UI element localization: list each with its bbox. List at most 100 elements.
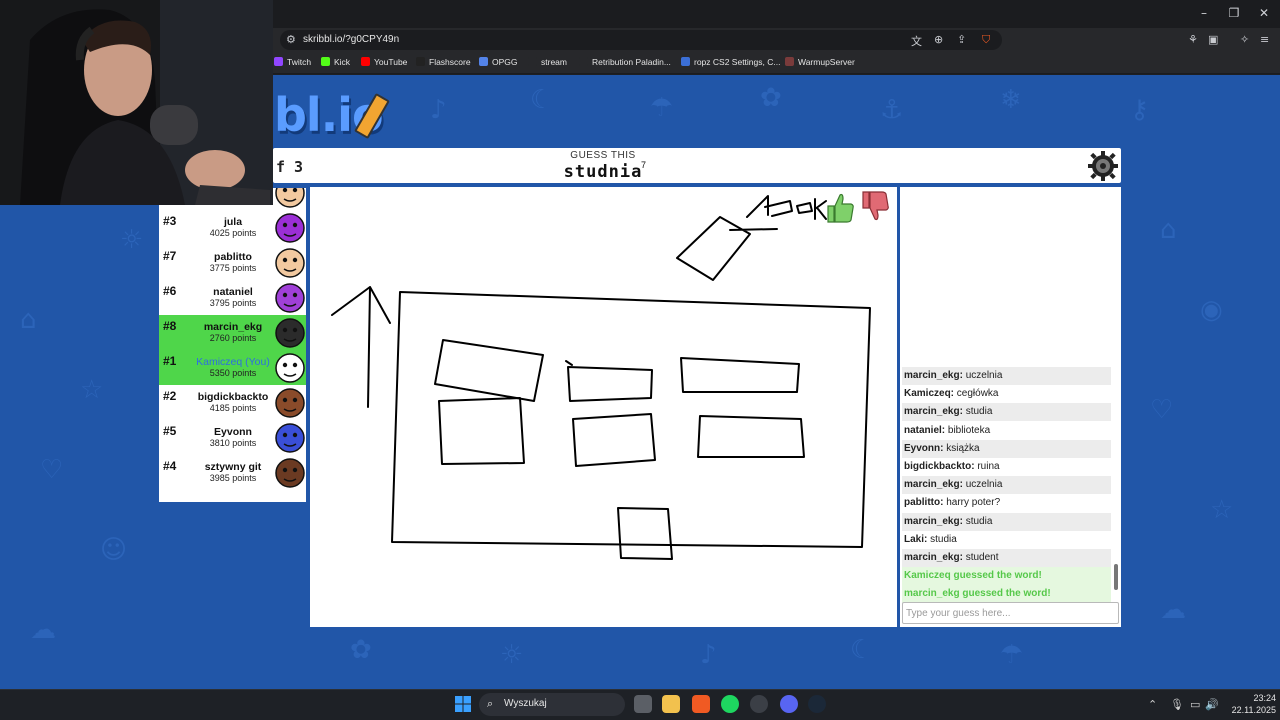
taskbar-search-label: Wyszukaj — [504, 698, 547, 709]
site-info-icon[interactable]: ⚙ — [286, 33, 296, 46]
player-name: Eyvonn — [214, 426, 252, 438]
bookmark-item[interactable]: Retribution Paladin... — [579, 57, 671, 67]
player-rank: #5 — [163, 424, 177, 438]
chat-message: marcin_ekg: uczelnia — [902, 367, 1111, 385]
bookmark-label: stream — [541, 57, 567, 67]
doodle-flower-icon: ✿ — [350, 635, 372, 665]
player-name: bigdickbackto — [197, 391, 269, 403]
player-row[interactable]: #4 sztywny git 3985 points — [159, 455, 306, 490]
maximize-icon[interactable]: ❐ — [1224, 6, 1244, 20]
player-avatar-icon — [275, 458, 305, 488]
bookmark-item[interactable]: stream — [528, 57, 567, 67]
player-rank: #7 — [163, 249, 177, 263]
chat-username: pablitto: — [904, 497, 944, 509]
bookmark-item[interactable]: YouTube — [361, 57, 407, 67]
bookmark-label: YouTube — [374, 57, 408, 67]
doodle-music-icon: ♪ — [700, 640, 717, 670]
brave-browser-icon[interactable] — [692, 695, 710, 713]
windows-start-icon[interactable] — [455, 696, 471, 712]
minimize-icon[interactable]: – — [1194, 6, 1214, 20]
bookmark-item[interactable]: OPGG — [479, 57, 518, 67]
bookmark-icon — [479, 57, 488, 66]
player-points: 3985 points — [209, 473, 257, 483]
chat-text: biblioteka — [945, 424, 991, 436]
leo-ai-icon[interactable]: ✧ — [1240, 33, 1249, 46]
player-row[interactable]: #5 Eyvonn 3810 points — [159, 420, 306, 455]
player-points: 2760 points — [209, 333, 257, 343]
taskbar-search[interactable] — [479, 693, 625, 716]
player-rank: #6 — [163, 284, 177, 298]
doodle-star-icon: ☆ — [80, 375, 104, 405]
player-row[interactable]: #2 bigdickbackto 4185 points — [159, 385, 306, 420]
drawing-canvas[interactable] — [310, 187, 897, 627]
thumbs-down-icon[interactable] — [860, 190, 890, 224]
bookmark-icon — [321, 57, 330, 66]
player-name: Kamiczeq (You) — [196, 356, 270, 368]
bookmark-label: OPGG — [492, 57, 518, 67]
tray-chevron-icon[interactable]: ⌃ — [1148, 698, 1157, 711]
bookmark-label: Retribution Paladin... — [592, 57, 671, 67]
file-explorer-icon[interactable] — [662, 695, 680, 713]
microphone-icon[interactable]: 🎙 — [1170, 698, 1184, 711]
bookmark-label: Twitch — [287, 57, 312, 67]
bookmark-item[interactable]: Twitch — [274, 57, 311, 67]
player-name: nataniel — [213, 286, 253, 298]
steam-icon[interactable] — [808, 695, 826, 713]
doodle-umbrella-icon: ☂ — [1000, 640, 1024, 670]
player-points: 3775 points — [209, 263, 257, 273]
player-avatar-icon — [275, 318, 305, 348]
task-view-icon[interactable] — [634, 695, 652, 713]
doodle-heart-icon: ♡ — [40, 455, 64, 485]
chat-scrollbar-thumb[interactable] — [1114, 564, 1118, 590]
bookmark-item[interactable]: Flashscore — [416, 57, 471, 67]
player-name: jula — [223, 216, 243, 228]
doodle-house-icon: ⌂ — [1160, 215, 1177, 245]
discord-icon[interactable] — [780, 695, 798, 713]
chat-text: studia — [962, 406, 993, 418]
menu-icon[interactable]: ≡ — [1260, 33, 1269, 46]
thumbs-up-icon[interactable] — [825, 190, 855, 224]
bookmark-icon — [681, 57, 690, 66]
clock-time[interactable]: 23:24 — [1240, 693, 1276, 703]
player-row[interactable]: #8 marcin_ekg 2760 points — [159, 315, 306, 350]
url-text[interactable]: skribbl.io/?g0CPY49n — [303, 34, 399, 45]
bookmark-label: Flashscore — [429, 57, 471, 67]
volume-icon[interactable]: 🔊 — [1205, 698, 1219, 711]
sidebar-icon[interactable]: ▣ — [1208, 33, 1218, 46]
chat-username: marcin_ekg: — [904, 552, 963, 563]
extensions-icon[interactable]: ⚘ — [1188, 33, 1198, 46]
player-row[interactable]: #3 jula 4025 points — [159, 210, 306, 245]
player-avatar-icon — [275, 423, 305, 453]
translate-icon[interactable]: 文 — [911, 33, 922, 49]
doodle-house-icon: ⌂ — [20, 305, 37, 335]
player-row[interactable]: #6 nataniel 3795 points — [159, 280, 306, 315]
doodle-heart-icon: ♡ — [1150, 395, 1174, 425]
clock-date[interactable]: 22.11.2025 — [1226, 705, 1276, 715]
chat-message: marcin_ekg: studia — [902, 512, 1111, 531]
zoom-icon[interactable]: ⊕ — [934, 33, 943, 46]
doodle-snowflake-icon: ❄ — [1000, 85, 1022, 115]
player-avatar-icon — [275, 188, 305, 208]
player-row[interactable]: #1 Kamiczeq (You) 5350 points — [159, 350, 306, 385]
close-icon[interactable]: ✕ — [1254, 6, 1274, 20]
round-counter: f 3 — [276, 158, 304, 176]
guess-input[interactable] — [902, 602, 1119, 624]
bookmark-item[interactable]: Kick — [321, 57, 350, 67]
player-rank: #4 — [163, 459, 177, 473]
doodle-moon-icon: ☾ — [530, 85, 554, 115]
player-name: pablitto — [214, 251, 252, 263]
share-icon[interactable]: ⇪ — [957, 33, 966, 46]
network-icon[interactable]: ▭ — [1190, 698, 1200, 711]
player-row[interactable]: #7 pablitto 3775 points — [159, 245, 306, 280]
chat-text: studia — [927, 533, 957, 545]
player-avatar-icon — [275, 388, 305, 418]
bookmark-label: Kick — [334, 57, 351, 67]
app-icon[interactable] — [750, 695, 768, 713]
bookmark-item[interactable]: ropz CS2 Settings, C... — [681, 57, 780, 67]
settings-gear-icon[interactable] — [1087, 150, 1119, 182]
brave-shield-icon[interactable]: ⛉ — [982, 33, 990, 47]
bookmark-item[interactable]: WarmupServer — [785, 57, 855, 67]
spotify-icon[interactable] — [721, 695, 739, 713]
bookmark-icon — [416, 57, 425, 66]
window-drawing — [438, 397, 525, 465]
